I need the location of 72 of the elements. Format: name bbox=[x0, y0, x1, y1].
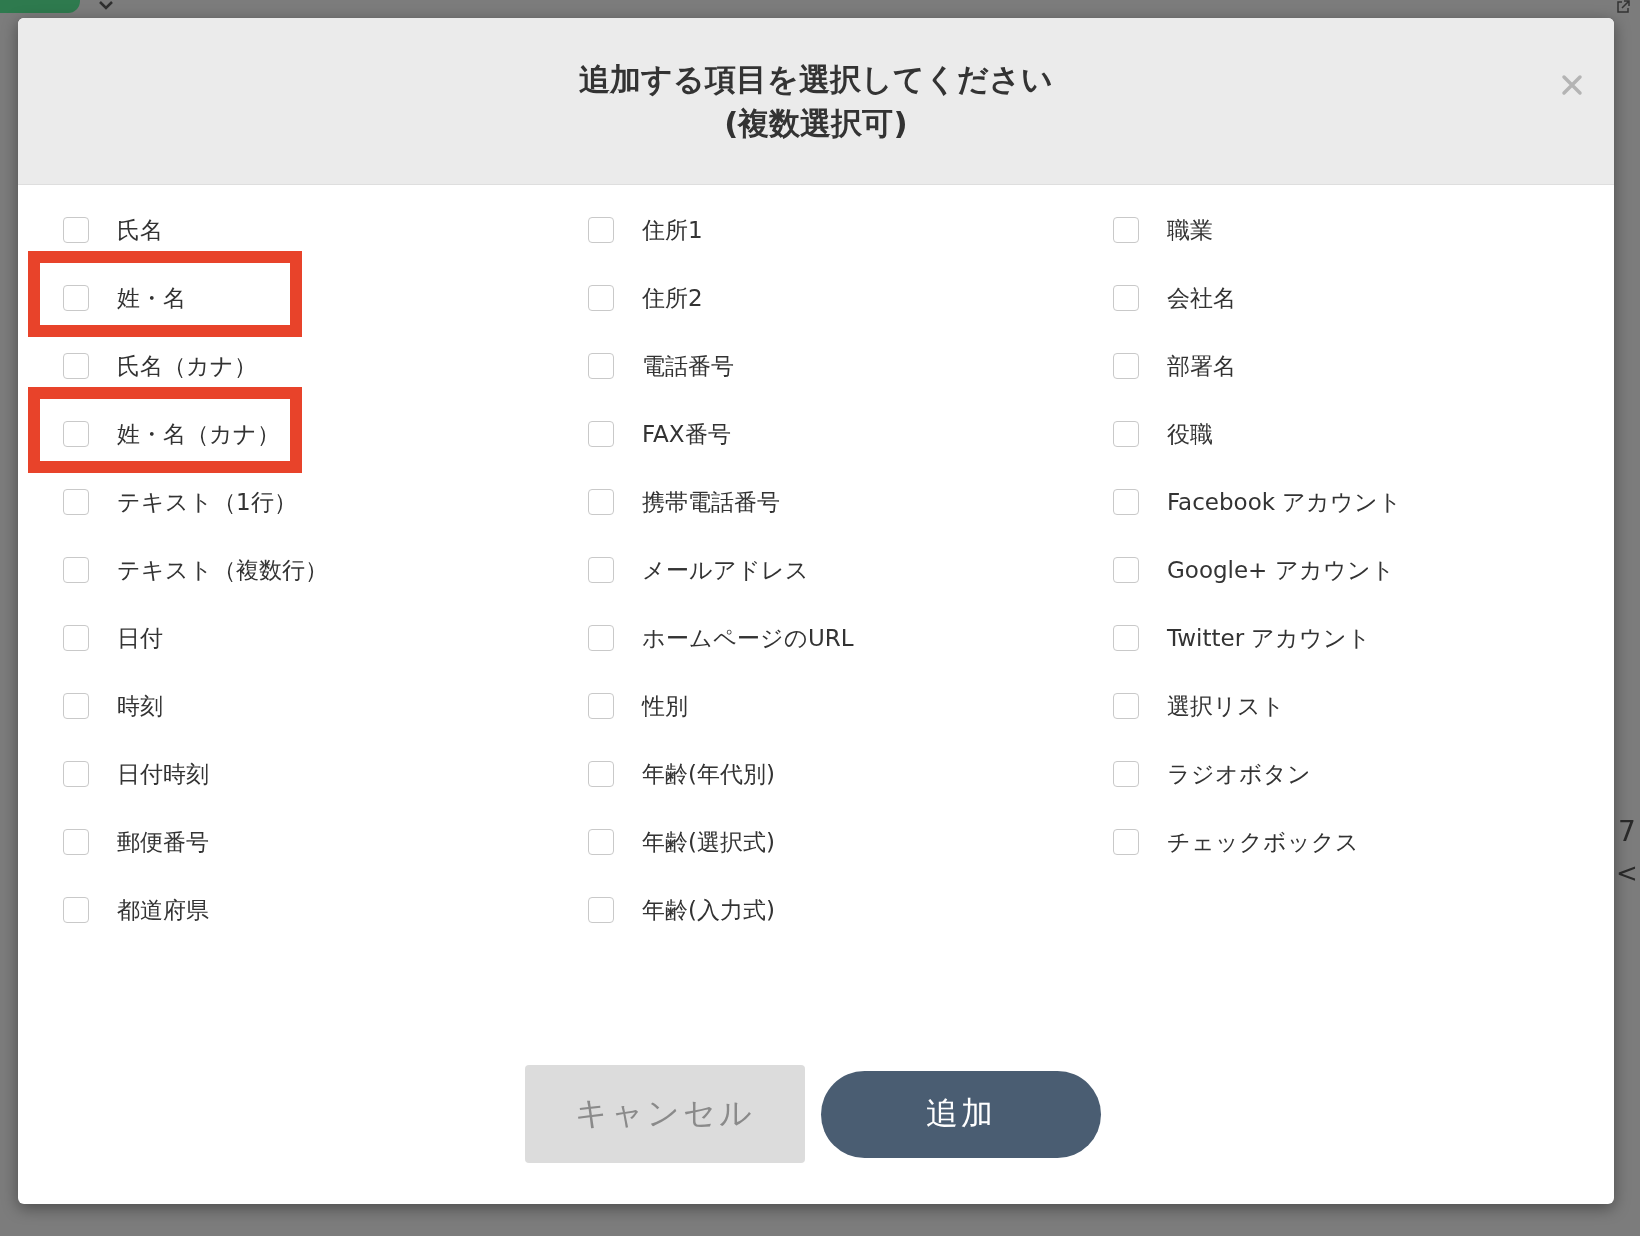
close-icon bbox=[1561, 74, 1583, 96]
option-label: 携帯電話番号 bbox=[642, 487, 780, 517]
checkbox[interactable] bbox=[63, 693, 89, 719]
option-label: FAX番号 bbox=[642, 419, 731, 449]
option-label: 年齢(年代別) bbox=[642, 759, 775, 789]
add-button[interactable]: 追加 bbox=[821, 1070, 1101, 1158]
option-label: 職業 bbox=[1167, 215, 1213, 245]
checkbox[interactable] bbox=[588, 285, 614, 311]
checkbox[interactable] bbox=[63, 285, 89, 311]
option-label: 日付時刻 bbox=[117, 759, 209, 789]
checkbox[interactable] bbox=[63, 897, 89, 923]
option-label: 日付 bbox=[117, 623, 163, 653]
checkbox[interactable] bbox=[1113, 829, 1139, 855]
checkbox[interactable] bbox=[588, 421, 614, 447]
checkbox[interactable] bbox=[63, 421, 89, 447]
option-label: テキスト（複数行） bbox=[117, 555, 328, 585]
checkbox[interactable] bbox=[1113, 217, 1139, 243]
checkbox[interactable] bbox=[588, 557, 614, 583]
option-label: 部署名 bbox=[1167, 351, 1236, 381]
checkbox[interactable] bbox=[63, 557, 89, 583]
option-label: ラジオボタン bbox=[1167, 759, 1311, 789]
checkbox[interactable] bbox=[1113, 285, 1139, 311]
option-label: 氏名 bbox=[117, 215, 163, 245]
option-label: 役職 bbox=[1167, 419, 1213, 449]
option-label: 性別 bbox=[642, 691, 688, 721]
option-label: Facebook アカウント bbox=[1167, 487, 1403, 517]
background-text: < bbox=[1616, 858, 1638, 888]
dialog-title: 追加する項目を選択してください (複数選択可) bbox=[579, 60, 1053, 143]
option-label: 姓・名（カナ） bbox=[117, 419, 280, 449]
option-label: 電話番号 bbox=[642, 351, 734, 381]
checkbox[interactable] bbox=[63, 625, 89, 651]
checkbox[interactable] bbox=[1113, 761, 1139, 787]
checkbox[interactable] bbox=[1113, 625, 1139, 651]
option-label: 年齢(入力式) bbox=[642, 895, 775, 925]
checkbox[interactable] bbox=[1113, 489, 1139, 515]
option-label: 住所2 bbox=[642, 283, 703, 313]
checkbox[interactable] bbox=[1113, 693, 1139, 719]
chevron-down-icon[interactable] bbox=[98, 0, 114, 10]
option-label: 都道府県 bbox=[117, 895, 209, 925]
checkbox[interactable] bbox=[63, 217, 89, 243]
option-label: チェックボックス bbox=[1167, 827, 1359, 857]
option-label: 会社名 bbox=[1167, 283, 1236, 313]
option-label: ホームページのURL bbox=[642, 623, 854, 653]
checkbox[interactable] bbox=[588, 829, 614, 855]
checkbox[interactable] bbox=[63, 829, 89, 855]
option-label: 氏名（カナ） bbox=[117, 351, 257, 381]
background-text: 7 bbox=[1618, 815, 1636, 848]
checkbox[interactable] bbox=[588, 897, 614, 923]
checkbox[interactable] bbox=[63, 761, 89, 787]
option-label: 姓・名 bbox=[117, 283, 186, 313]
checkbox[interactable] bbox=[63, 489, 89, 515]
option-label: 住所1 bbox=[642, 215, 703, 245]
checkbox[interactable] bbox=[63, 353, 89, 379]
option-label: Google+ アカウント bbox=[1167, 555, 1395, 585]
checkbox[interactable] bbox=[588, 625, 614, 651]
option-label: Twitter アカウント bbox=[1167, 623, 1372, 653]
checkbox[interactable] bbox=[588, 217, 614, 243]
external-link-icon bbox=[1616, 0, 1630, 14]
checkbox[interactable] bbox=[1113, 353, 1139, 379]
close-button[interactable] bbox=[1560, 73, 1584, 97]
checkbox[interactable] bbox=[588, 693, 614, 719]
option-label: 選択リスト bbox=[1167, 691, 1285, 721]
option-label: 年齢(選択式) bbox=[642, 827, 775, 857]
checkbox[interactable] bbox=[588, 761, 614, 787]
option-label: テキスト（1行） bbox=[117, 487, 297, 517]
checkbox[interactable] bbox=[588, 489, 614, 515]
checkbox[interactable] bbox=[1113, 557, 1139, 583]
option-label: 時刻 bbox=[117, 691, 163, 721]
checkbox[interactable] bbox=[588, 353, 614, 379]
option-label: メールアドレス bbox=[642, 555, 809, 585]
checkbox[interactable] bbox=[1113, 421, 1139, 447]
option-label: 郵便番号 bbox=[117, 827, 209, 857]
